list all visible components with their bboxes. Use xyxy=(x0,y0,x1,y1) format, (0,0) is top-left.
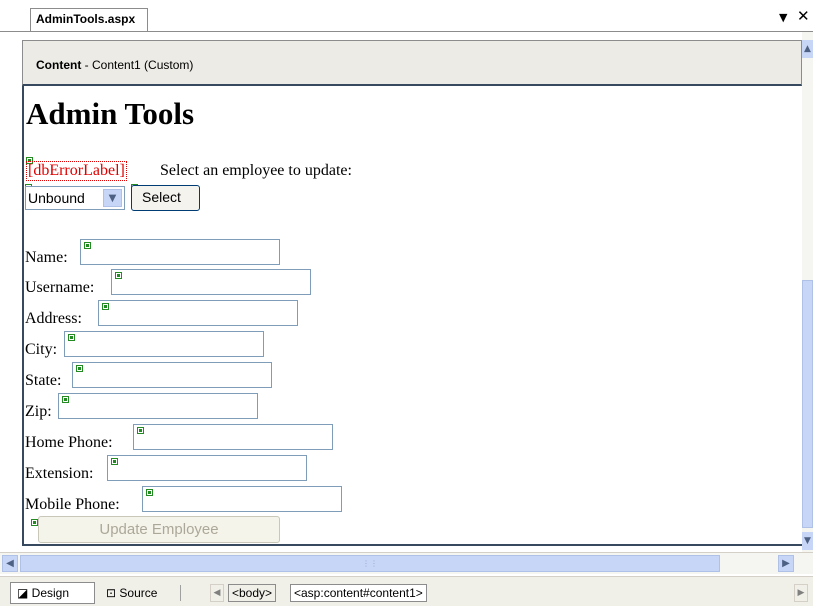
smart-tag-glyph-icon xyxy=(31,519,38,526)
content-region-title: Content - Content1 (Custom) xyxy=(36,58,194,72)
select-employee-prompt: Select an employee to update: xyxy=(160,162,352,179)
smart-tag-glyph-icon xyxy=(115,272,122,279)
home-phone-input[interactable] xyxy=(133,424,333,450)
scroll-left-icon[interactable]: ◀ xyxy=(2,555,18,572)
update-employee-button[interactable]: Update Employee xyxy=(38,516,280,543)
state-label: State: xyxy=(25,372,62,389)
smart-tag-glyph-icon xyxy=(68,334,75,341)
smart-tag-glyph-icon xyxy=(146,489,153,496)
smart-tag-glyph-icon xyxy=(76,365,83,372)
source-view-label: Source xyxy=(119,586,158,600)
smart-tag-glyph-icon xyxy=(111,458,118,465)
employee-dropdown-value: Unbound xyxy=(28,190,85,206)
name-input[interactable] xyxy=(80,239,280,265)
select-button[interactable]: Select xyxy=(131,185,200,211)
mobile-phone-label: Mobile Phone: xyxy=(25,496,120,513)
scroll-down-icon[interactable]: ▼ xyxy=(802,532,813,550)
city-label: City: xyxy=(25,341,58,358)
zip-input[interactable] xyxy=(58,393,258,419)
address-input[interactable] xyxy=(98,300,298,326)
breadcrumb-scroll-right-icon[interactable]: ▶ xyxy=(794,584,808,602)
smart-tag-glyph-icon xyxy=(137,427,144,434)
design-view-label: Design xyxy=(31,586,70,600)
smart-tag-glyph-icon xyxy=(62,396,69,403)
horizontal-scroll-thumb[interactable]: ⋮⋮ xyxy=(20,555,720,572)
zip-label: Zip: xyxy=(25,403,52,420)
chevron-down-icon[interactable]: ▼ xyxy=(779,11,787,24)
source-view-button[interactable]: ⊡ Source xyxy=(102,582,178,604)
scroll-right-icon[interactable]: ▶ xyxy=(778,555,794,572)
content-frame-left xyxy=(22,86,24,546)
address-label: Address: xyxy=(25,310,82,327)
toolbar-separator xyxy=(180,585,181,601)
city-input[interactable] xyxy=(64,331,264,357)
breadcrumb-content-tag[interactable]: <asp:content#content1> xyxy=(290,584,427,602)
design-view-icon: ◪ xyxy=(17,586,32,600)
scroll-up-icon[interactable]: ▲ xyxy=(802,40,813,58)
source-view-icon: ⊡ xyxy=(106,586,120,600)
state-input[interactable] xyxy=(72,362,272,388)
content-frame-bottom xyxy=(22,544,802,546)
breadcrumb-body-tag[interactable]: <body> xyxy=(228,584,277,602)
design-view-button[interactable]: ◪ Design xyxy=(10,582,95,604)
db-error-label[interactable]: [dbErrorLabel] xyxy=(26,161,127,181)
smart-tag-glyph-icon xyxy=(102,303,109,310)
username-input[interactable] xyxy=(111,269,311,295)
vertical-scroll-thumb[interactable] xyxy=(802,280,813,528)
close-icon[interactable]: ✕ xyxy=(797,7,810,25)
smart-tag-glyph-icon xyxy=(84,242,91,249)
breadcrumb-scroll-left-icon[interactable]: ◀ xyxy=(210,584,224,602)
mobile-phone-input[interactable] xyxy=(142,486,342,512)
tab-label: AdminTools.aspx xyxy=(36,12,136,26)
dropdown-arrow-icon[interactable]: ▼ xyxy=(103,189,122,207)
name-label: Name: xyxy=(25,249,68,266)
extension-input[interactable] xyxy=(107,455,307,481)
page-heading: Admin Tools xyxy=(26,96,195,131)
home-phone-label: Home Phone: xyxy=(25,434,113,451)
extension-label: Extension: xyxy=(25,465,94,482)
username-label: Username: xyxy=(25,279,95,296)
